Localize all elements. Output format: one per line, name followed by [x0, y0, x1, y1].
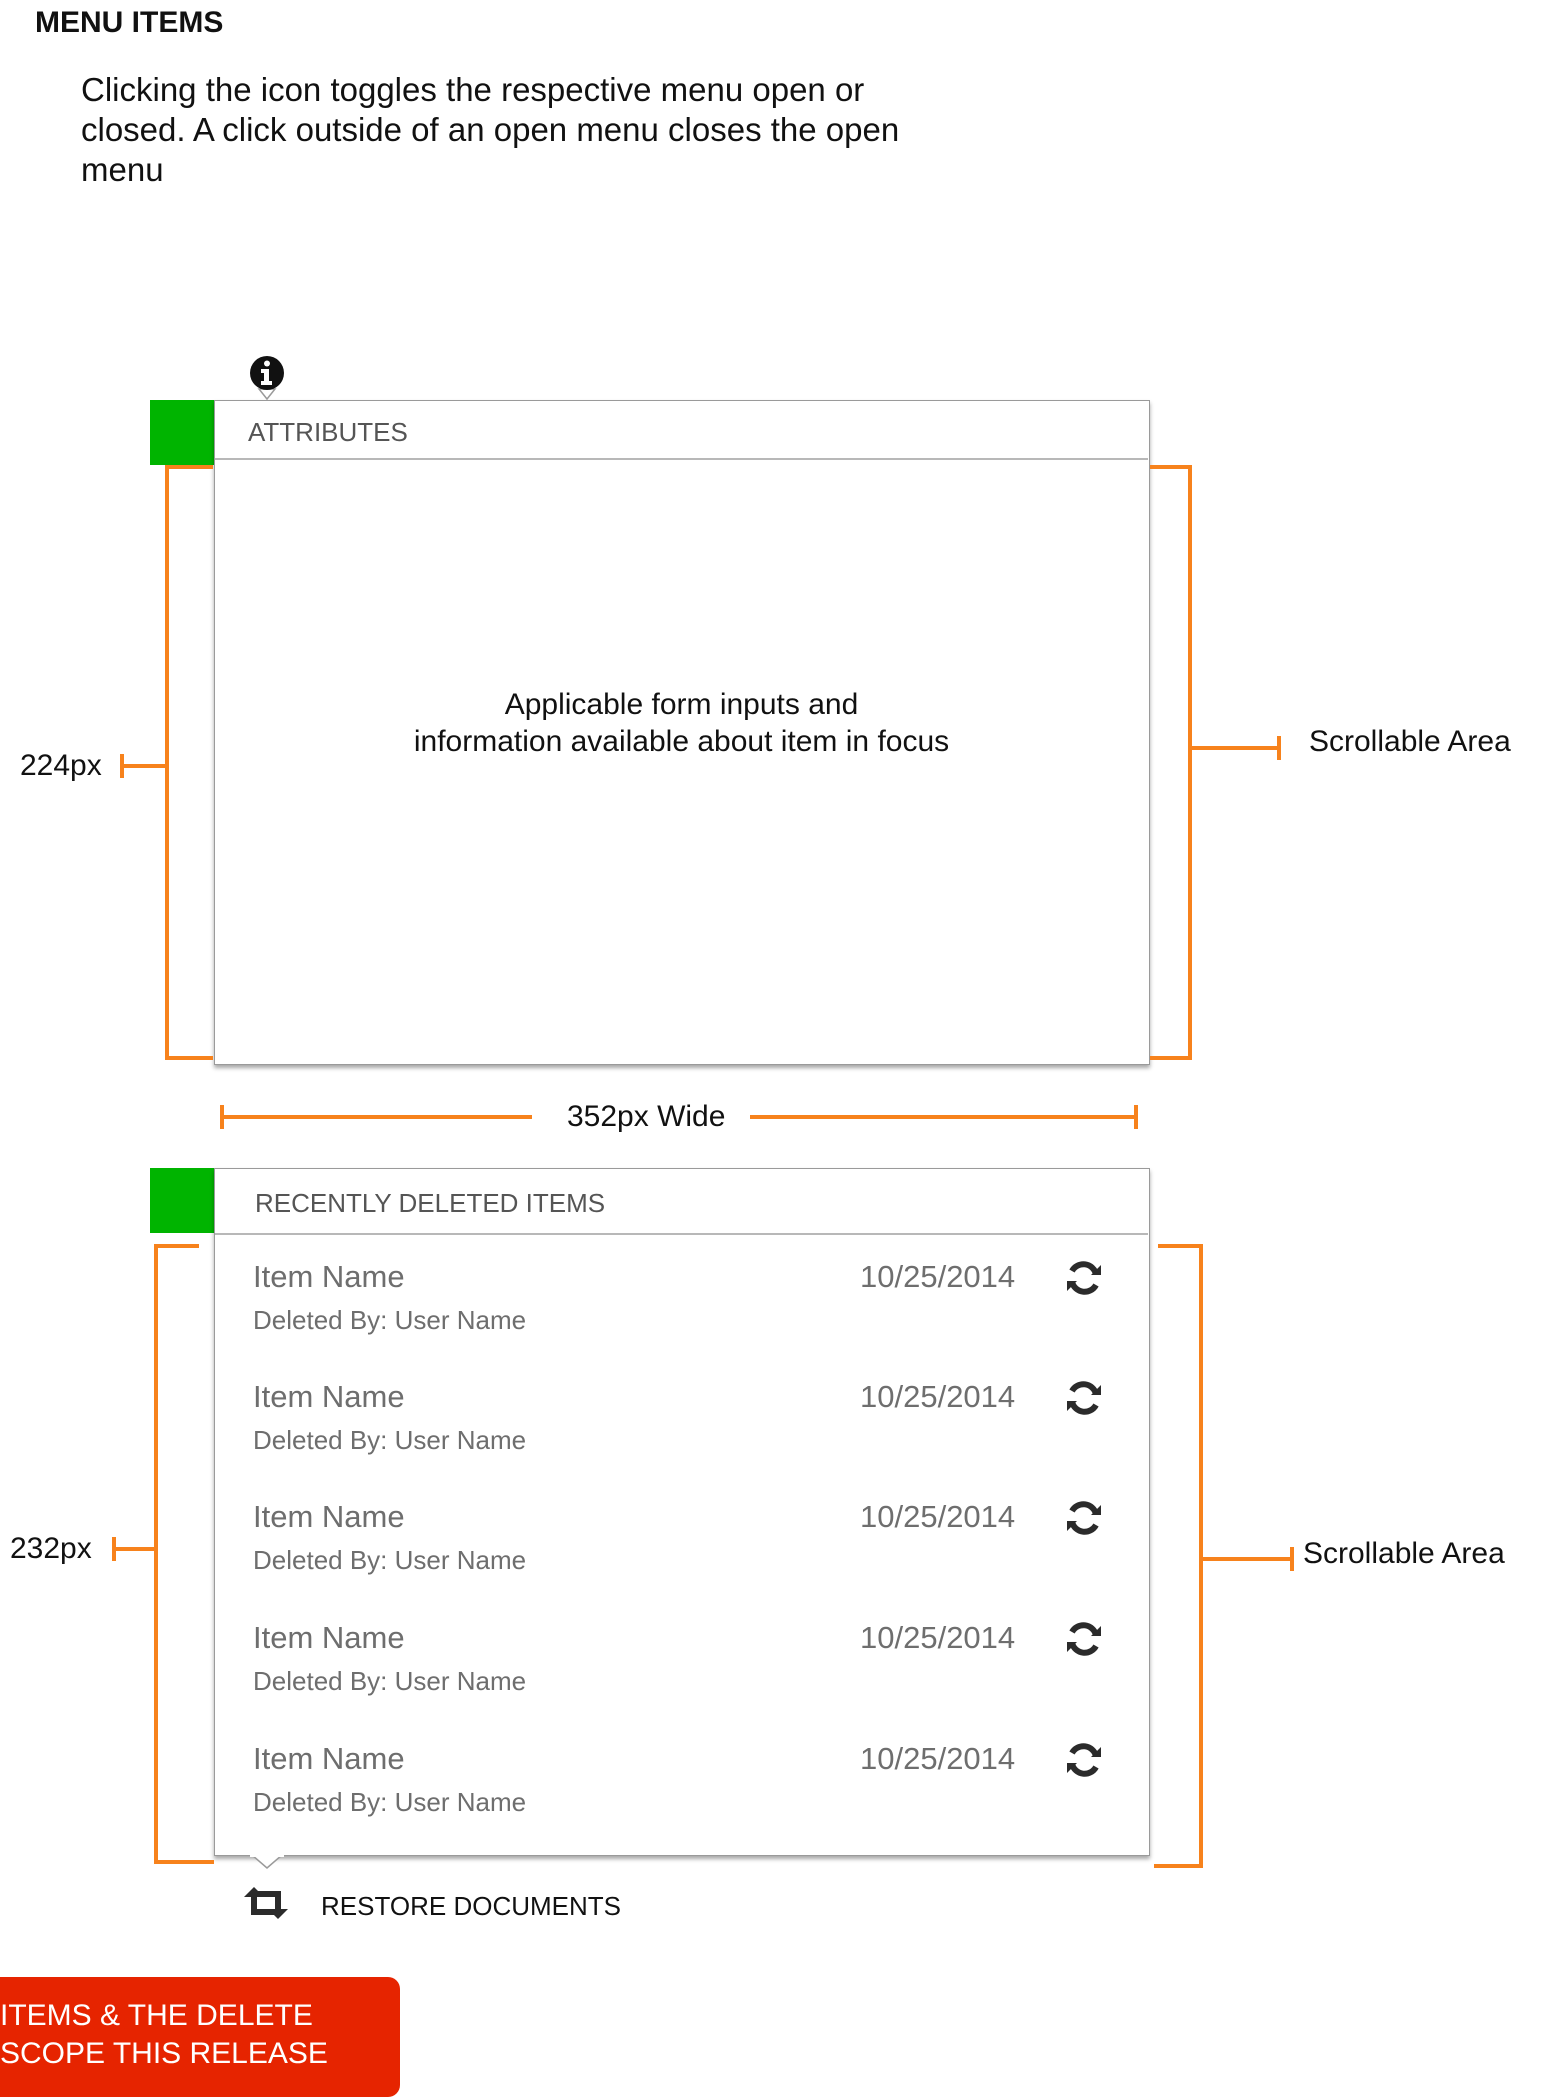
list-item[interactable]: Item Name Deleted By: User Name 10/25/20…	[215, 1259, 1148, 1369]
attributes-divider	[215, 458, 1148, 460]
item-name: Item Name	[253, 1741, 405, 1776]
width-label: 352px Wide	[567, 1100, 726, 1133]
bracket-cap	[154, 1860, 214, 1864]
attributes-body-line1: Applicable form inputs and	[504, 688, 859, 721]
item-date: 10/25/2014	[860, 1620, 1016, 1655]
width-dimension-line-right	[750, 1115, 1138, 1119]
bracket-arm	[1190, 746, 1278, 750]
item-name: Item Name	[253, 1379, 405, 1414]
deleted-scroll-bracket	[1199, 1244, 1203, 1868]
deleted-scroll-label: Scrollable Area	[1303, 1537, 1505, 1570]
deleted-divider	[215, 1233, 1148, 1235]
deleted-height-label: 232px	[10, 1532, 92, 1565]
refresh-icon[interactable]	[1065, 1741, 1103, 1779]
bracket-arm	[120, 764, 167, 768]
description-text: Clicking the icon toggles the respective…	[81, 71, 900, 188]
refresh-icon[interactable]	[1065, 1620, 1103, 1658]
refresh-icon[interactable]	[1065, 1259, 1103, 1297]
attributes-title: ATTRIBUTES	[248, 417, 408, 447]
item-date: 10/25/2014	[860, 1741, 1016, 1776]
recently-deleted-panel: RECENTLY DELETED ITEMS Item Name Deleted…	[214, 1168, 1150, 1856]
item-name: Item Name	[253, 1499, 405, 1534]
warning-line2: SCOPE THIS RELEASE	[0, 2037, 328, 2070]
attributes-panel: ATTRIBUTES Applicable form inputs and in…	[214, 400, 1150, 1065]
bracket-tick	[1277, 736, 1281, 760]
item-date: 10/25/2014	[860, 1379, 1016, 1414]
info-icon[interactable]	[247, 353, 287, 403]
restore-documents-button[interactable]: RESTORE DOCUMENTS	[240, 1885, 640, 1925]
warning-line1: ITEMS & THE DELETE	[0, 1999, 313, 2032]
bracket-cap	[165, 465, 213, 469]
list-item[interactable]: Item Name Deleted By: User Name 10/25/20…	[215, 1620, 1148, 1730]
attributes-scroll-label: Scrollable Area	[1309, 725, 1511, 758]
item-deleted-by: Deleted By: User Name	[253, 1787, 527, 1817]
item-date: 10/25/2014	[860, 1499, 1016, 1534]
attributes-scroll-bracket	[1188, 465, 1192, 1060]
bracket-tick	[120, 754, 124, 778]
deleted-height-bracket	[154, 1244, 158, 1864]
width-dimension-tick-left	[220, 1105, 224, 1129]
bracket-tick	[1290, 1547, 1294, 1571]
page-heading: MENU ITEMS	[35, 6, 224, 39]
retweet-icon	[244, 1887, 288, 1919]
bracket-cap	[154, 1244, 199, 1248]
width-dimension-line-left	[220, 1115, 532, 1119]
deleted-title: RECENTLY DELETED ITEMS	[255, 1188, 606, 1218]
deleted-marker	[150, 1168, 215, 1233]
bracket-arm	[112, 1547, 156, 1551]
list-item[interactable]: Item Name Deleted By: User Name 10/25/20…	[215, 1499, 1148, 1609]
bracket-cap	[1150, 1056, 1192, 1060]
item-date: 10/25/2014	[860, 1259, 1016, 1294]
attributes-body-line2: information available about item in focu…	[413, 725, 950, 758]
attributes-placeholder-text: Applicable form inputs and information a…	[215, 686, 1148, 760]
width-dimension-tick-right	[1134, 1105, 1138, 1129]
bracket-tick	[112, 1537, 116, 1561]
bracket-arm	[1201, 1557, 1293, 1561]
item-deleted-by: Deleted By: User Name	[253, 1545, 527, 1575]
bracket-cap	[1154, 1864, 1203, 1868]
refresh-icon[interactable]	[1065, 1379, 1103, 1417]
attributes-height-label: 224px	[20, 749, 102, 782]
bracket-cap	[1150, 465, 1192, 469]
attributes-height-bracket	[165, 465, 169, 1060]
restore-documents-label: RESTORE DOCUMENTS	[321, 1891, 621, 1921]
panel-pointer	[250, 1855, 284, 1869]
bracket-cap	[165, 1056, 213, 1060]
attributes-marker	[150, 400, 215, 465]
scope-warning-banner: ITEMS & THE DELETE SCOPE THIS RELEASE	[0, 1977, 400, 2097]
item-name: Item Name	[253, 1259, 405, 1294]
item-name: Item Name	[253, 1620, 405, 1655]
bracket-cap	[1158, 1244, 1203, 1248]
item-deleted-by: Deleted By: User Name	[253, 1425, 527, 1455]
refresh-icon[interactable]	[1065, 1499, 1103, 1537]
item-deleted-by: Deleted By: User Name	[253, 1305, 527, 1335]
item-deleted-by: Deleted By: User Name	[253, 1666, 527, 1696]
list-item[interactable]: Item Name Deleted By: User Name 10/25/20…	[215, 1741, 1148, 1851]
list-item[interactable]: Item Name Deleted By: User Name 10/25/20…	[215, 1379, 1148, 1489]
